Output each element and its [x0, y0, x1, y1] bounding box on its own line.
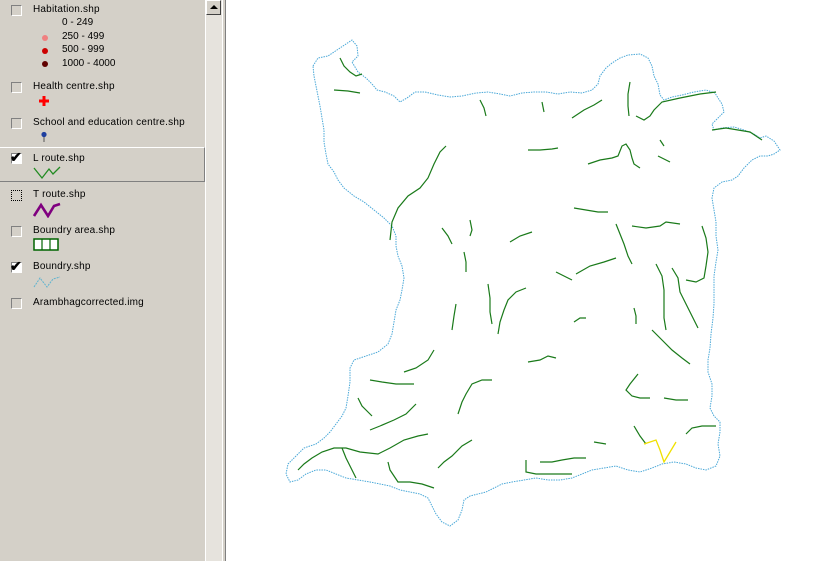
class-symbol [42, 61, 48, 67]
layer-name: Habitation.shp [33, 4, 100, 15]
l-routes [297, 57, 763, 489]
layer-name: L route.shp [33, 153, 85, 164]
fill-icon [33, 238, 59, 251]
school-checkbox[interactable] [11, 118, 22, 129]
layer-name: Boundry area.shp [33, 225, 116, 236]
layer-name: Health centre.shp [33, 81, 115, 92]
layer-school[interactable]: School and education centre.shp [0, 114, 205, 146]
vertical-scrollbar[interactable] [205, 0, 223, 561]
layer-name: Boundry.shp [33, 261, 91, 272]
l-route-checkbox[interactable]: ✔ [10, 149, 22, 165]
layer-t-route[interactable]: T route.shp [0, 186, 205, 220]
layer-health-centre[interactable]: Health centre.shp [0, 78, 205, 110]
layer-name: School and education centre.shp [33, 117, 185, 128]
map-canvas[interactable] [226, 0, 825, 561]
layer-name: Arambhagcorrected.img [33, 297, 144, 308]
class-symbol [42, 35, 48, 41]
table-of-contents: Habitation.shp 0 - 249 250 - 499 500 - 9… [0, 0, 205, 561]
boundary-outline [285, 39, 781, 527]
health-centre-checkbox[interactable] [11, 82, 22, 93]
line-icon [33, 202, 61, 218]
class-label: 1000 - 4000 [62, 58, 116, 69]
class-symbol [42, 48, 48, 54]
class-label: 500 - 999 [62, 44, 105, 55]
boundry-area-checkbox[interactable] [11, 226, 22, 237]
layer-name: T route.shp [33, 189, 86, 200]
check-icon: ✔ [10, 149, 22, 165]
pin-icon [41, 131, 47, 142]
check-icon: ✔ [10, 258, 22, 274]
class-label: 250 - 499 [62, 31, 105, 42]
t-route-checkbox[interactable] [11, 190, 22, 201]
boundry-checkbox[interactable]: ✔ [10, 258, 22, 274]
layer-boundry-area[interactable]: Boundry area.shp [0, 222, 205, 256]
layer-boundry[interactable]: ✔ Boundry.shp [0, 258, 205, 292]
layer-habitation[interactable]: Habitation.shp 0 - 249 250 - 499 500 - 9… [0, 0, 205, 74]
red-cross-icon [39, 96, 49, 106]
raster-checkbox[interactable] [11, 298, 22, 309]
class-symbol [42, 22, 48, 28]
line-icon [33, 166, 61, 180]
class-label: 0 - 249 [62, 17, 94, 28]
map-drawing [285, 39, 781, 527]
arrow-up-icon [210, 5, 218, 9]
layer-raster[interactable]: Arambhagcorrected.img [0, 294, 205, 314]
habitation-checkbox[interactable] [11, 5, 22, 16]
layer-l-route[interactable]: ✔ L route.shp [0, 147, 205, 182]
scroll-up-button[interactable] [206, 0, 221, 15]
line-icon [33, 276, 61, 288]
highlighted-route [643, 439, 677, 464]
